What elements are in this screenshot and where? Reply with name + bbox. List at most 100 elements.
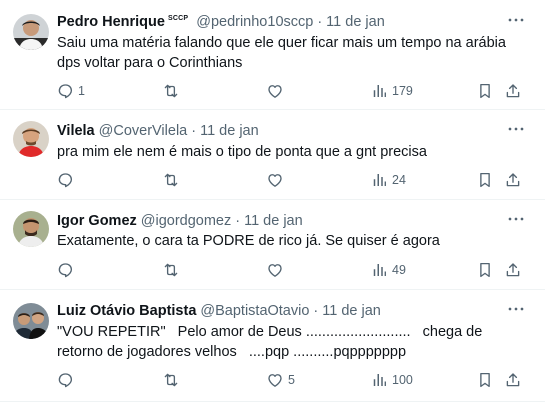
tweet-actions: 24 (52, 169, 527, 191)
more-horizontal-icon (507, 300, 525, 323)
tweet-text: Saiu uma matéria falando que ele quer fi… (57, 35, 510, 71)
share-upload-icon (504, 82, 522, 100)
tweet-actions: 5 100 (52, 369, 527, 391)
bookmark-icon (476, 82, 494, 100)
retweet-button[interactable] (162, 369, 180, 391)
heart-icon (266, 171, 284, 189)
bookmark-button[interactable] (476, 369, 494, 391)
views-button[interactable]: 179 (370, 80, 413, 102)
tweet-header: Igor Gomez @igordgomez · 11 de jan (57, 211, 303, 231)
more-horizontal-icon (507, 11, 525, 34)
more-horizontal-icon (507, 120, 525, 143)
separator-dot: · (235, 213, 241, 229)
speech-bubble-icon (56, 371, 74, 389)
reply-count: 1 (78, 84, 85, 98)
retweet-button[interactable] (162, 80, 180, 102)
bar-chart-icon (370, 82, 388, 100)
tweet-text: pra mim ele nem é mais o tipo de ponta q… (57, 144, 427, 160)
tweet-actions: 49 (52, 259, 527, 281)
bookmark-button[interactable] (476, 259, 494, 281)
heart-icon (266, 82, 284, 100)
retweet-button[interactable] (162, 169, 180, 191)
reply-button[interactable] (56, 259, 74, 281)
display-name[interactable]: Pedro Henrique (57, 14, 165, 30)
tweet-2[interactable]: Vilela @CoverVilela · 11 de jan pra mim … (0, 110, 545, 200)
tweet-text: Exatamente, o cara ta PODRE de rico já. … (57, 233, 440, 249)
bookmark-icon (476, 371, 494, 389)
views-button[interactable]: 24 (370, 169, 406, 191)
user-handle[interactable]: @pedrinho10sccp (196, 14, 313, 30)
bar-chart-icon (370, 371, 388, 389)
views-button[interactable]: 49 (370, 259, 406, 281)
bookmark-icon (476, 261, 494, 279)
share-button[interactable] (504, 369, 522, 391)
tweet-actions: 1 179 (52, 80, 527, 102)
speech-bubble-icon (56, 171, 74, 189)
tweet-text: "VOU REPETIR" Pelo amor de Deus ........… (57, 324, 487, 360)
share-upload-icon (504, 261, 522, 279)
views-button[interactable]: 100 (370, 369, 413, 391)
retweet-arrows-icon (162, 171, 180, 189)
timestamp[interactable]: 11 de jan (322, 303, 381, 319)
share-button[interactable] (504, 80, 522, 102)
more-horizontal-icon (507, 210, 525, 233)
share-upload-icon (504, 171, 522, 189)
share-upload-icon (504, 371, 522, 389)
tweet-header: Pedro Henrique SCCP @pedrinho10sccp · 11 … (57, 12, 385, 32)
tweet-4[interactable]: Luiz Otávio Baptista @BaptistaOtavio · 1… (0, 290, 545, 402)
views-count: 179 (392, 84, 413, 98)
bar-chart-icon (370, 261, 388, 279)
like-button[interactable] (266, 259, 284, 281)
reply-button[interactable]: 1 (56, 80, 85, 102)
retweet-button[interactable] (162, 259, 180, 281)
display-name[interactable]: Vilela (57, 123, 95, 139)
share-button[interactable] (504, 259, 522, 281)
timestamp[interactable]: 11 de jan (244, 213, 303, 229)
more-options-button[interactable] (507, 302, 525, 320)
user-handle[interactable]: @CoverVilela (99, 123, 188, 139)
retweet-arrows-icon (162, 371, 180, 389)
timestamp[interactable]: 11 de jan (200, 123, 259, 139)
retweet-arrows-icon (162, 261, 180, 279)
like-button[interactable]: 5 (266, 369, 295, 391)
tweet-1[interactable]: Pedro Henrique SCCP @pedrinho10sccp · 11 … (0, 0, 545, 110)
tweet-3[interactable]: Igor Gomez @igordgomez · 11 de jan Exata… (0, 200, 545, 290)
heart-icon (266, 371, 284, 389)
bookmark-icon (476, 171, 494, 189)
display-name[interactable]: Igor Gomez (57, 213, 137, 229)
like-count: 5 (288, 373, 295, 387)
heart-icon (266, 261, 284, 279)
separator-dot: · (191, 123, 197, 139)
more-options-button[interactable] (507, 122, 525, 140)
views-count: 24 (392, 173, 406, 187)
club-badge: SCCP (167, 14, 189, 22)
avatar[interactable] (13, 14, 49, 50)
separator-dot: · (317, 14, 323, 30)
bar-chart-icon (370, 171, 388, 189)
user-handle[interactable]: @BaptistaOtavio (200, 303, 309, 319)
views-count: 100 (392, 373, 413, 387)
more-options-button[interactable] (507, 212, 525, 230)
avatar[interactable] (13, 303, 49, 339)
tweet-header: Vilela @CoverVilela · 11 de jan (57, 121, 259, 141)
like-button[interactable] (266, 80, 284, 102)
bookmark-button[interactable] (476, 80, 494, 102)
views-count: 49 (392, 263, 406, 277)
more-options-button[interactable] (507, 13, 525, 31)
tweet-header: Luiz Otávio Baptista @BaptistaOtavio · 1… (57, 301, 381, 321)
speech-bubble-icon (56, 261, 74, 279)
reply-button[interactable] (56, 369, 74, 391)
reply-feed: Pedro Henrique SCCP @pedrinho10sccp · 11 … (0, 0, 545, 402)
display-name[interactable]: Luiz Otávio Baptista (57, 303, 196, 319)
bookmark-button[interactable] (476, 169, 494, 191)
separator-dot: · (313, 303, 319, 319)
like-button[interactable] (266, 169, 284, 191)
avatar[interactable] (13, 121, 49, 157)
retweet-arrows-icon (162, 82, 180, 100)
share-button[interactable] (504, 169, 522, 191)
avatar[interactable] (13, 211, 49, 247)
reply-button[interactable] (56, 169, 74, 191)
user-handle[interactable]: @igordgomez (141, 213, 231, 229)
speech-bubble-icon (56, 82, 74, 100)
timestamp[interactable]: 11 de jan (326, 14, 385, 30)
